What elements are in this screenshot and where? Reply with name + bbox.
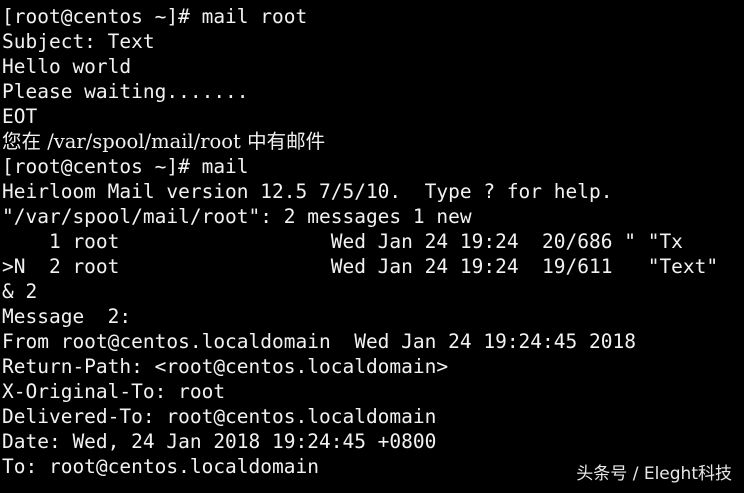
terminal-output[interactable]: [root@centos ~]# mail root Subject: Text…	[2, 4, 744, 493]
terminal-line-message-1: 1 root Wed Jan 24 19:24 20/686 " "Tx	[2, 230, 683, 253]
terminal-line-mailbox-summary: "/var/spool/mail/root": 2 messages 1 new	[2, 205, 472, 228]
terminal-line-from: From root@centos.localdomain Wed Jan 24 …	[2, 330, 636, 353]
terminal-line-date: Date: Wed, 24 Jan 2018 19:24:45 +0800	[2, 430, 437, 453]
terminal-line-command-mail-root: [root@centos ~]# mail root	[2, 5, 308, 28]
terminal-line-message-2: >N 2 root Wed Jan 24 19:24 19/611 "Text"	[2, 255, 719, 278]
terminal-line-x-original-to: X-Original-To: root	[2, 380, 226, 403]
terminal-line-eot: EOT	[2, 105, 38, 128]
terminal-line-mail-prompt: & 2	[2, 280, 38, 303]
terminal-line-return-path: Return-Path: <root@centos.localdomain>	[2, 355, 449, 378]
terminal-line-mail-version: Heirloom Mail version 12.5 7/5/10. Type …	[2, 180, 613, 203]
watermark: 头条号 / Eleght科技	[576, 464, 732, 484]
terminal-line-delivered-to: Delivered-To: root@centos.localdomain	[2, 405, 437, 428]
terminal-line-command-mail: [root@centos ~]# mail	[2, 155, 249, 178]
terminal-line-message-header: Message 2:	[2, 305, 132, 328]
terminal-line-new-mail-notice: 您在 /var/spool/mail/root 中有邮件	[2, 130, 326, 153]
terminal-line-body-hello: Hello world	[2, 55, 132, 78]
terminal-line-body-waiting: Please waiting.......	[2, 80, 249, 103]
terminal-line-subject: Subject: Text	[2, 30, 155, 53]
